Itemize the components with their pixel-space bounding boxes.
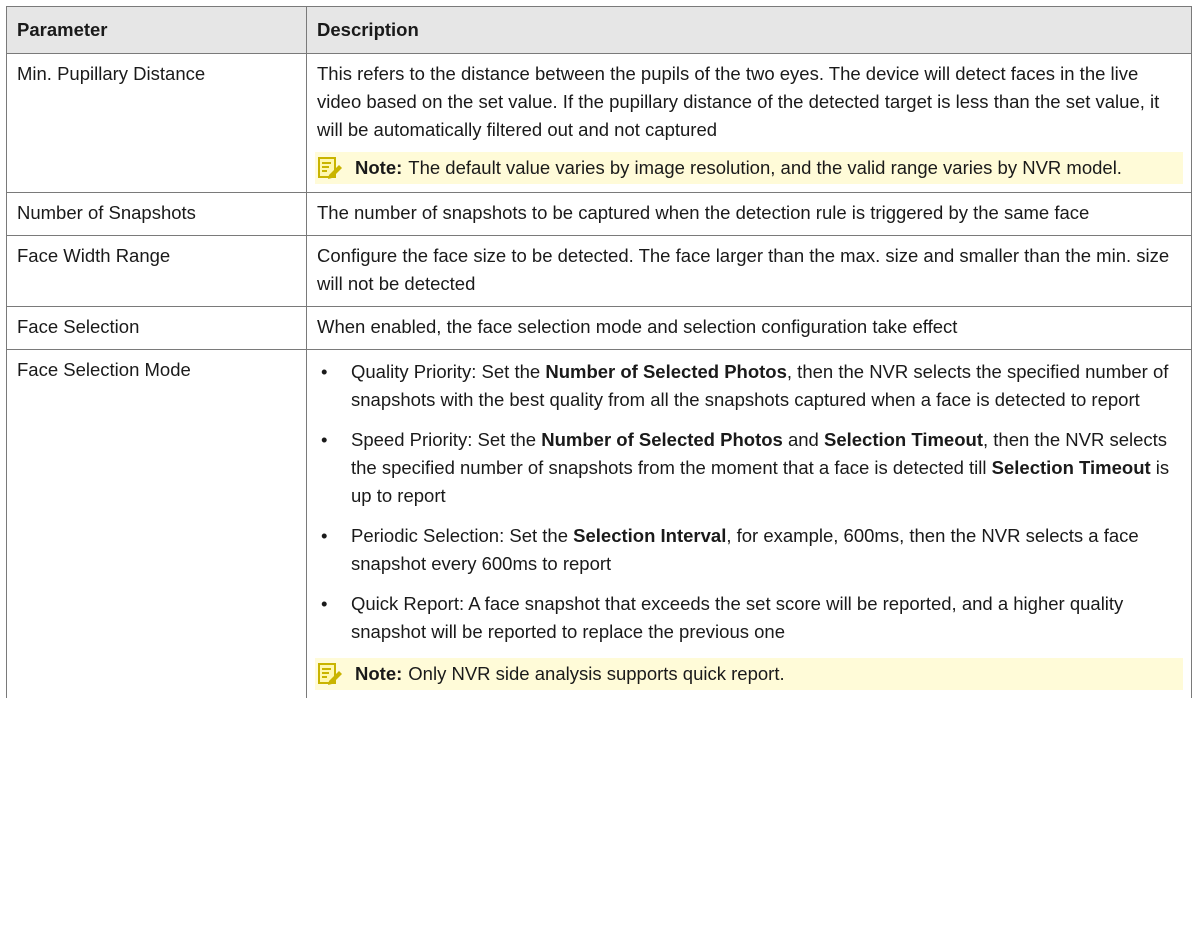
list-item: Speed Priority: Set the Number of Select…	[317, 426, 1181, 510]
table-row: Face Width Range Configure the face size…	[6, 235, 1192, 307]
note-box: Note: Only NVR side analysis supports qui…	[315, 658, 1183, 690]
table-row: Min. Pupillary Distance This refers to t…	[6, 53, 1192, 193]
param-description-cell: Quality Priority: Set the Number of Sele…	[306, 349, 1192, 698]
mode-list: Quality Priority: Set the Number of Sele…	[317, 358, 1181, 646]
param-description: Configure the face size to be detected. …	[306, 235, 1192, 307]
param-description: The number of snapshots to be captured w…	[306, 192, 1192, 236]
param-description-cell: This refers to the distance between the …	[306, 53, 1192, 193]
header-description: Description	[306, 6, 1192, 54]
param-description: When enabled, the face selection mode an…	[306, 306, 1192, 350]
param-name: Min. Pupillary Distance	[6, 53, 307, 193]
param-name: Face Selection	[6, 306, 307, 350]
param-name: Face Selection Mode	[6, 349, 307, 698]
header-parameter: Parameter	[6, 6, 307, 54]
list-item: Quality Priority: Set the Number of Sele…	[317, 358, 1181, 414]
note-box: Note: The default value varies by image r…	[315, 152, 1183, 184]
table-row: Face Selection When enabled, the face se…	[6, 306, 1192, 350]
list-item: Periodic Selection: Set the Selection In…	[317, 522, 1181, 578]
note-pencil-icon	[317, 661, 343, 687]
note-label: Note:	[355, 157, 403, 178]
param-name: Face Width Range	[6, 235, 307, 307]
list-item: Quick Report: A face snapshot that excee…	[317, 590, 1181, 646]
table-row: Face Selection Mode Quality Priority: Se…	[6, 349, 1192, 698]
table-header-row: Parameter Description	[6, 6, 1192, 54]
note-label: Note:	[355, 663, 403, 684]
param-name: Number of Snapshots	[6, 192, 307, 236]
note-text: The default value varies by image resolu…	[408, 157, 1122, 178]
parameter-table: Parameter Description Min. Pupillary Dis…	[6, 6, 1192, 698]
table-row: Number of Snapshots The number of snapsh…	[6, 192, 1192, 236]
param-description: This refers to the distance between the …	[317, 63, 1160, 140]
note-text: Only NVR side analysis supports quick re…	[408, 663, 785, 684]
note-pencil-icon	[317, 155, 343, 181]
